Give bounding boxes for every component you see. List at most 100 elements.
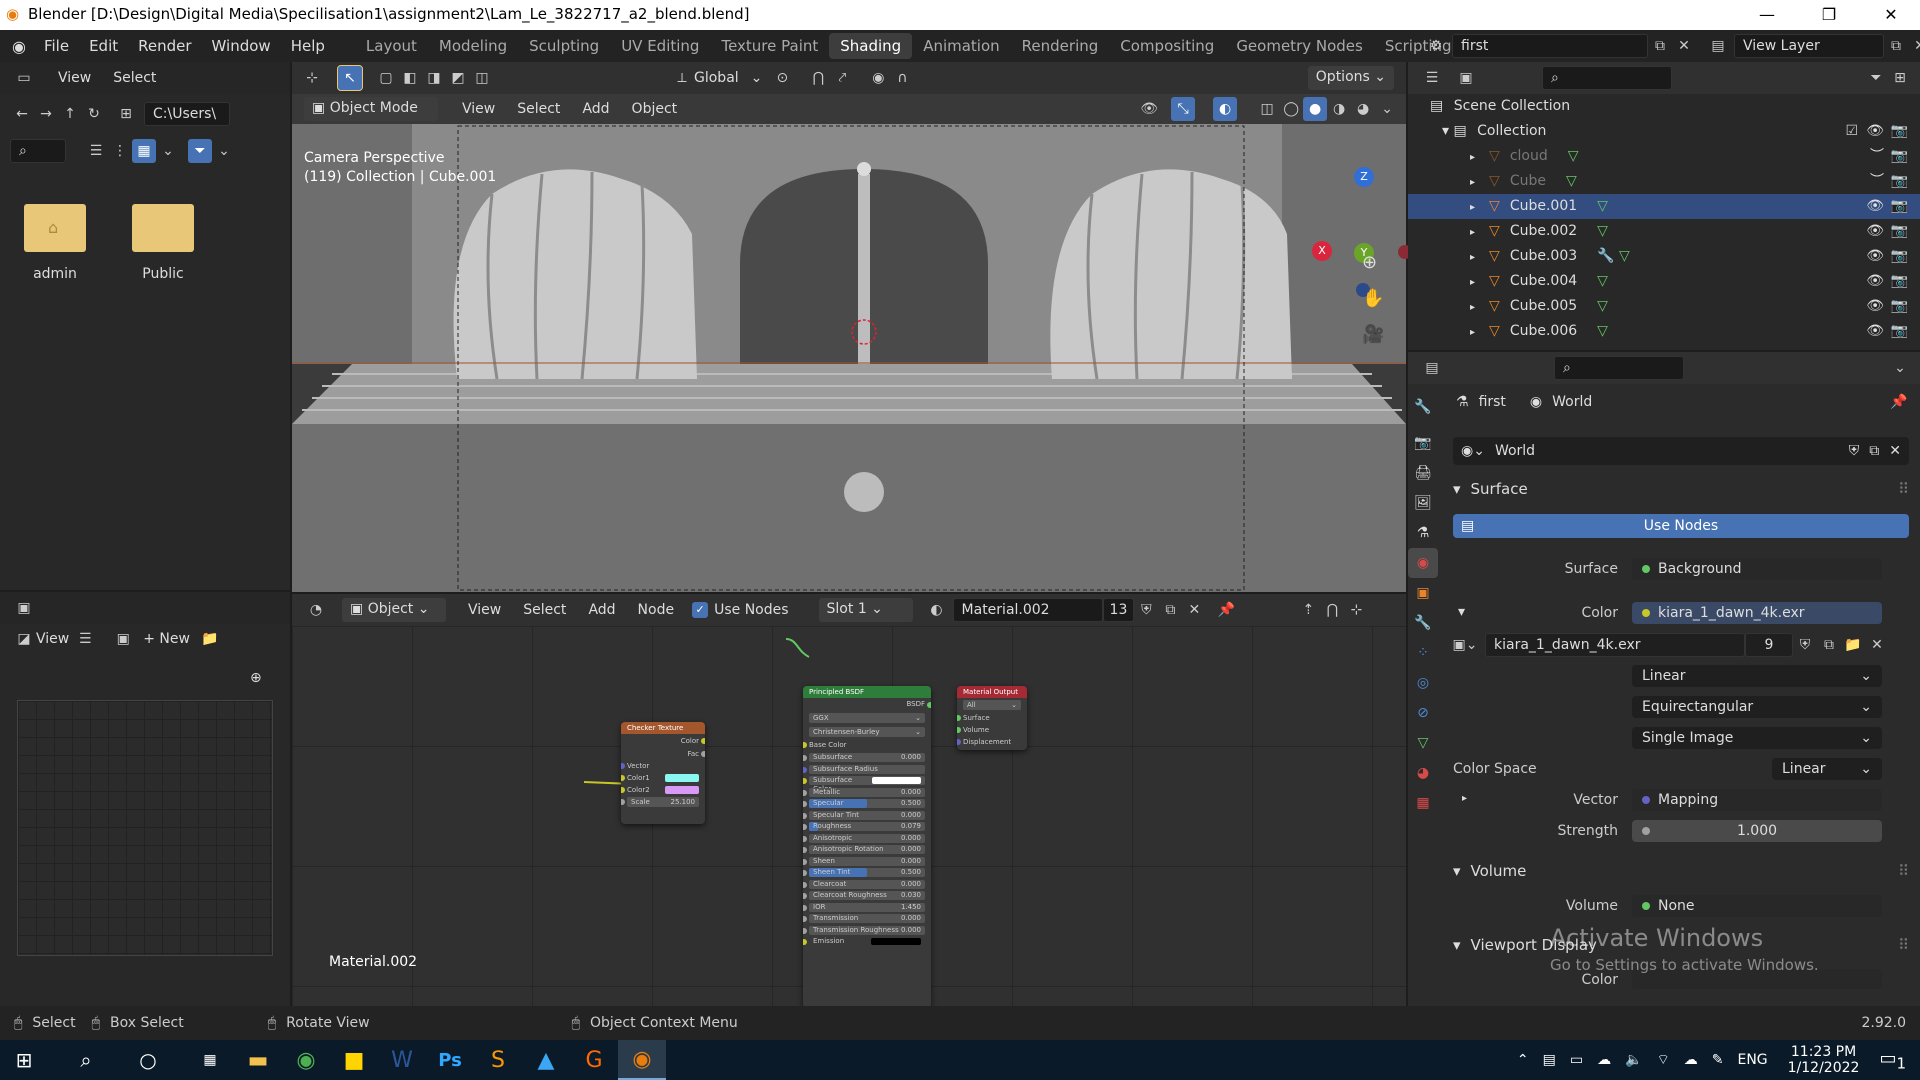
input-socket[interactable] bbox=[803, 893, 807, 899]
transform-pivot-icon[interactable]: ⊹ bbox=[300, 66, 324, 90]
mesh-data-icon[interactable]: ▽ bbox=[1566, 173, 1577, 189]
bsdf-value-field[interactable]: Anisotropic 0.000 bbox=[809, 833, 925, 843]
copy-scene-icon[interactable]: ⧉ bbox=[1648, 34, 1672, 58]
bsdf-value-field[interactable]: Clearcoat 0.000 bbox=[809, 879, 925, 889]
input-socket[interactable] bbox=[803, 881, 807, 888]
unlink-material-icon[interactable]: ✕ bbox=[1182, 598, 1206, 622]
input-socket[interactable] bbox=[803, 858, 807, 865]
bsdf-value-field[interactable]: Clearcoat Roughness 0.030 bbox=[809, 891, 925, 900]
display-mode-icon[interactable]: ▣ bbox=[1454, 66, 1478, 90]
input-socket[interactable] bbox=[803, 824, 807, 830]
outliner-item[interactable]: ▸ ▽ Cube ▽ ︶ 📷 bbox=[1408, 169, 1920, 194]
bsdf-input-row[interactable]: Clearcoat Roughness 0.030 bbox=[803, 890, 931, 902]
tab-layout[interactable]: Layout bbox=[355, 33, 428, 59]
scale-field[interactable]: Scale 25.100 bbox=[627, 797, 699, 807]
node-editor[interactable]: ◔ ▣ Object ⌄ View Select Add Node ✓ Use … bbox=[292, 594, 1406, 1008]
onedrive-icon[interactable]: ☁ bbox=[1597, 1052, 1611, 1068]
maximize-button[interactable]: ❐ bbox=[1806, 0, 1852, 30]
fb-search-input[interactable]: ⌕ bbox=[10, 139, 66, 163]
new-collection-icon[interactable]: ⊞ bbox=[1888, 66, 1912, 90]
foxit-reader-icon[interactable]: G bbox=[570, 1040, 618, 1080]
windows-start-icon[interactable]: ⊞ bbox=[0, 1040, 48, 1080]
select-mode-extend-icon[interactable]: ◧ bbox=[398, 66, 422, 90]
tab-modeling[interactable]: Modeling bbox=[428, 33, 518, 59]
back-arrow-icon[interactable]: ← bbox=[10, 102, 34, 126]
material-users-count[interactable]: 13 bbox=[1102, 598, 1135, 622]
vp-menu-object[interactable]: Object bbox=[632, 101, 678, 117]
minimize-button[interactable]: — bbox=[1744, 0, 1790, 30]
outliner-scene-collection[interactable]: ▤ Scene Collection bbox=[1408, 94, 1920, 119]
source-dropdown[interactable]: Single Image ⌄ bbox=[1632, 727, 1882, 749]
wireframe-shading-icon[interactable]: ◯ bbox=[1279, 97, 1303, 121]
select-mode-new-icon[interactable]: ▢ bbox=[374, 66, 398, 90]
bsdf-value-field[interactable]: Subsurface Color bbox=[809, 776, 925, 793]
input-socket[interactable] bbox=[803, 904, 807, 911]
parent-node-tree-icon[interactable]: ⇡ bbox=[1296, 598, 1320, 622]
mesh-data-icon[interactable]: ▽ bbox=[1568, 148, 1579, 164]
render-camera-icon[interactable]: 📷 bbox=[1891, 319, 1908, 344]
outliner-search-input[interactable]: ⌕ bbox=[1542, 66, 1672, 90]
visibility-eye-icon[interactable]: 👁 bbox=[1866, 119, 1884, 144]
snap-mode-icon[interactable]: ⊹ bbox=[1344, 598, 1368, 622]
bsdf-value-field[interactable]: Specular 0.500 bbox=[809, 799, 925, 808]
hand-pan-icon[interactable]: ✋ bbox=[1362, 288, 1384, 309]
folder-item[interactable]: ⌂ admin bbox=[20, 204, 90, 282]
drag-handle-icon[interactable]: ⠿ bbox=[1898, 936, 1909, 954]
visibility-eye-icon[interactable]: ︶ bbox=[1870, 144, 1884, 169]
bsdf-value-field[interactable]: Metallic 0.000 bbox=[809, 787, 925, 797]
fake-user-shield-icon[interactable]: ⛨ bbox=[1849, 443, 1860, 459]
thumbnail-view-icon[interactable]: ▦ bbox=[132, 139, 156, 163]
refresh-icon[interactable]: ↻ bbox=[82, 102, 106, 126]
copy-material-icon[interactable]: ⧉ bbox=[1158, 598, 1182, 622]
mesh-data-icon[interactable]: ▽ bbox=[1597, 198, 1608, 214]
shading-options-icon[interactable]: ⌄ bbox=[1375, 97, 1399, 121]
bsdf-input-row[interactable]: Transmission Roughness 0.000 bbox=[803, 925, 931, 937]
sort-dropdown-icon[interactable]: ⌄ bbox=[156, 139, 180, 163]
axis-z-icon[interactable]: Z bbox=[1354, 167, 1374, 187]
pin-icon[interactable]: 📌 bbox=[1890, 394, 1907, 410]
rendered-shading-icon[interactable]: ◕ bbox=[1351, 97, 1375, 121]
shader-type-dropdown[interactable]: ▣ Object ⌄ bbox=[342, 598, 446, 622]
input-socket[interactable] bbox=[957, 739, 961, 745]
bsdf-value-field[interactable]: Sheen Tint 0.500 bbox=[809, 868, 925, 877]
input-socket[interactable] bbox=[621, 763, 625, 769]
image-canvas[interactable] bbox=[17, 700, 273, 956]
visibility-eye-icon[interactable]: 👁 bbox=[1866, 244, 1884, 269]
input-socket[interactable] bbox=[803, 742, 807, 748]
copy-image-icon[interactable]: ⧉ bbox=[1817, 633, 1841, 657]
snap-icon[interactable]: ⋂ bbox=[1320, 598, 1344, 622]
tab-tool-icon[interactable]: 🔧 bbox=[1408, 392, 1438, 422]
render-camera-icon[interactable]: 📷 bbox=[1891, 244, 1908, 269]
blender-taskbar-icon[interactable]: ◉ bbox=[618, 1040, 666, 1080]
word-icon[interactable]: W bbox=[378, 1040, 426, 1080]
input-socket[interactable] bbox=[621, 775, 625, 781]
output-target-dropdown[interactable]: All ⌄ bbox=[963, 700, 1021, 710]
scene-icon[interactable]: ⚙ bbox=[1424, 34, 1448, 58]
wifi-icon[interactable]: ⌔ bbox=[1657, 1051, 1670, 1069]
orientation-dropdown[interactable]: Global bbox=[694, 70, 739, 86]
gizmo-icon[interactable]: ⤡ bbox=[1171, 97, 1196, 121]
zoom-icon[interactable]: ⊕ bbox=[250, 670, 262, 686]
render-camera-icon[interactable]: 📷 bbox=[1891, 294, 1908, 319]
input-socket[interactable] bbox=[621, 787, 625, 793]
tab-animation[interactable]: Animation bbox=[912, 33, 1010, 59]
bsdf-value-field[interactable]: Sheen 0.000 bbox=[809, 856, 925, 866]
editor-type-icon[interactable]: ▭ bbox=[12, 66, 36, 90]
viewport-3d[interactable]: ⊹ ↖ ▢ ◧ ◨ ◩ ◫ ⟂ Global ⌄ ⊙ ⋂ ⤤ ◉ ∩ Optio… bbox=[292, 62, 1412, 592]
expand-arrow-icon[interactable]: ▸ bbox=[1470, 327, 1475, 338]
remove-view-layer-icon[interactable]: ✕ bbox=[1908, 34, 1920, 58]
view-mode-icon[interactable]: ◪ bbox=[12, 627, 36, 651]
input-socket[interactable] bbox=[803, 755, 807, 761]
use-nodes-checkbox[interactable]: ✓ bbox=[692, 602, 709, 618]
bsdf-input-row[interactable]: Subsurface Color bbox=[803, 775, 931, 793]
menu-file[interactable]: File bbox=[34, 37, 79, 55]
sticky-notes-icon[interactable]: ■ bbox=[330, 1040, 378, 1080]
zoom-icon[interactable]: ⊕ bbox=[1362, 252, 1377, 273]
tab-scene-icon[interactable]: ⚗ bbox=[1408, 518, 1438, 548]
parent-dir-icon[interactable]: ↑ bbox=[58, 102, 82, 126]
folder-item[interactable]: Public bbox=[128, 204, 198, 282]
input-socket[interactable] bbox=[621, 799, 625, 805]
visibility-eye-icon[interactable]: 👁 bbox=[1866, 269, 1884, 294]
interpolation-dropdown[interactable]: Linear ⌄ bbox=[1632, 665, 1882, 687]
distribution-dropdown[interactable]: GGX ⌄ bbox=[809, 713, 925, 723]
